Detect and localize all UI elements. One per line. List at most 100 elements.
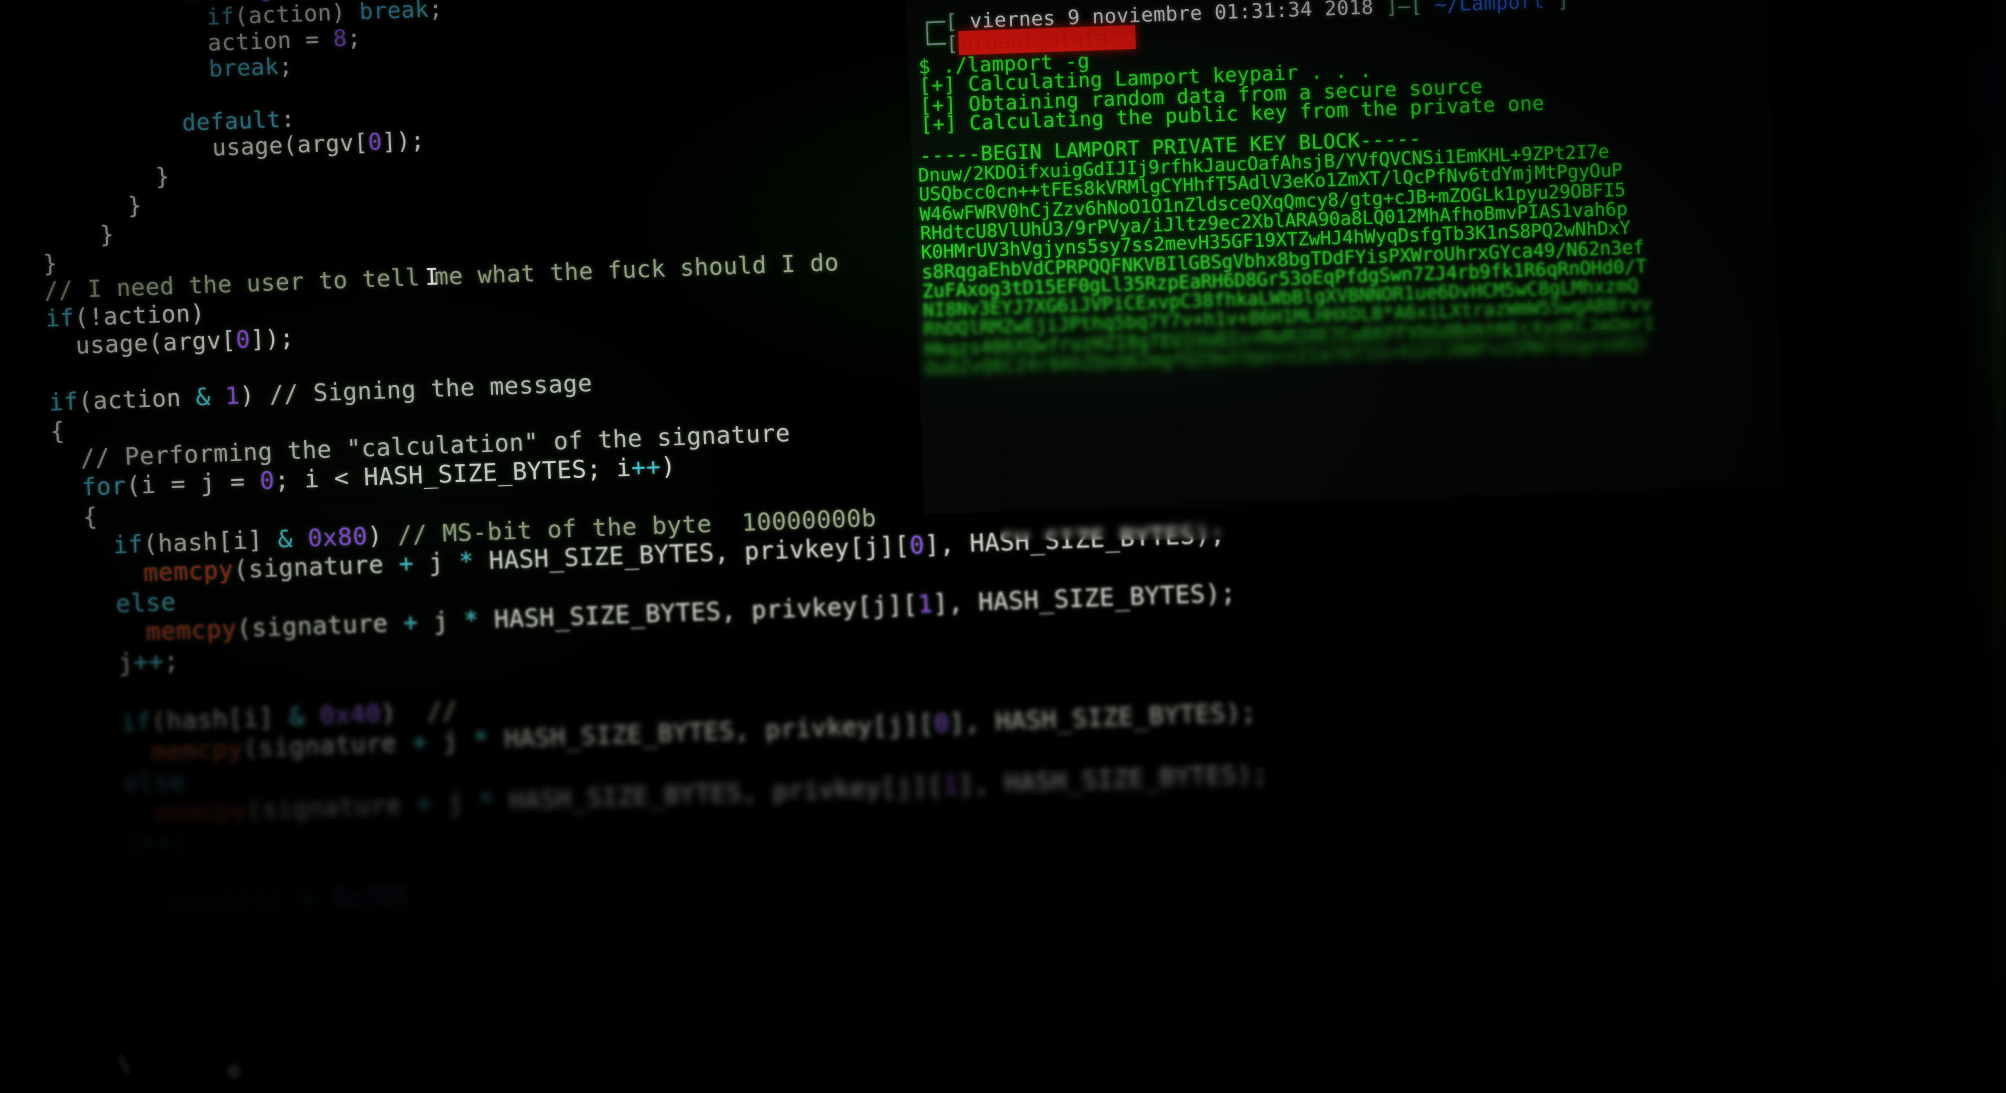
code-token: { — [49, 416, 66, 446]
code-token: j — [431, 786, 480, 818]
code-line: usage(argv[0]); — [211, 128, 426, 162]
code-token: (signature — [232, 549, 400, 585]
code-token: } — [127, 192, 143, 220]
code-token: j — [413, 547, 460, 578]
code-token: j — [426, 726, 475, 757]
code-token: * — [477, 786, 495, 816]
code-token: HASH_SIZE_BYTES, privkey[j][ — [493, 770, 944, 816]
code-token: // — [426, 696, 459, 727]
code-token: break — [358, 0, 430, 25]
code-line: } — [155, 164, 170, 190]
code-token: if — [120, 707, 152, 738]
monitor-photograph: break;case 'g':if(action) break;action =… — [0, 0, 2006, 1093]
code-token: 1 — [917, 589, 934, 619]
code-token: ], HASH_SIZE_BYTES); — [932, 578, 1237, 619]
code-token: ) — [660, 452, 677, 481]
code-token: HASH_SIZE_BYTES, privkey[j][ — [488, 709, 935, 755]
code-token: if — [206, 3, 235, 31]
code-token: 0 — [235, 325, 252, 354]
code-token: 0 — [259, 466, 276, 496]
code-token: + — [416, 788, 433, 819]
code-token: ) — [380, 697, 428, 729]
code-line: { — [82, 501, 99, 532]
code-token: action = — [207, 25, 334, 57]
prompt-separator: ]—[ — [1373, 0, 1436, 19]
code-token: usage(argv[ — [211, 130, 369, 162]
code-token: if — [127, 890, 161, 922]
terminal-pane[interactable]: $ gcc lamport.c base64.c -o lamport -lcr… — [905, 0, 2006, 530]
code-token: (signature — [245, 789, 418, 825]
code-token: usage(argv[ — [74, 325, 237, 360]
code-token: memcpy — [150, 734, 244, 767]
code-token: 0 — [367, 129, 383, 157]
code-token: else — [122, 766, 186, 799]
code-token: * — [472, 725, 490, 756]
code-line: } — [127, 192, 143, 220]
code-token: (hash[i] — [159, 885, 302, 921]
code-token: if — [112, 529, 144, 560]
code-token: ; — [428, 0, 444, 23]
code-token: if — [44, 303, 75, 333]
code-line: } — [99, 220, 115, 248]
code-line: j++; — [125, 827, 189, 860]
code-line: break; — [208, 53, 294, 82]
code-token: { — [82, 501, 99, 532]
ghost-glyph-mid: o — [228, 1058, 241, 1082]
code-token: 1 — [224, 382, 241, 411]
text-cursor[interactable]: I — [424, 265, 439, 291]
code-token: ; — [171, 827, 189, 858]
code-line: } — [42, 249, 58, 278]
code-token: ) — [366, 520, 399, 551]
code-line: else — [115, 587, 177, 618]
code-line: if(hash[i] & 0x20) — [127, 881, 411, 922]
code-token: ) — [393, 881, 411, 912]
code-token: 0 — [908, 530, 926, 561]
code-token: j — [117, 647, 134, 678]
code-token: for — [81, 471, 127, 502]
code-line: memcpy(signature + j * HASH_SIZE_BYTES, … — [153, 758, 1269, 828]
code-token: // I need the user to tell me what the f… — [43, 248, 840, 306]
code-token: ) — [239, 381, 270, 411]
code-token: : — [280, 106, 296, 133]
code-token: 0x80 — [307, 521, 369, 553]
code-line: memcpy(signature + j * HASH_SIZE_BYTES, … — [145, 578, 1237, 647]
prompt-bracket-2: [ — [945, 31, 959, 56]
code-line: action = 8; — [207, 24, 362, 57]
code-token: (i = j = — [125, 467, 261, 500]
code-token: ++ — [630, 452, 662, 482]
code-token: } — [42, 249, 58, 278]
code-token: + — [398, 548, 415, 579]
code-token: ; — [278, 53, 294, 80]
code-token: memcpy — [145, 614, 238, 647]
code-token: 0x40 — [319, 699, 382, 731]
code-token: HASH_SIZE_BYTES, privkey[j][ — [478, 590, 919, 635]
code-token: & — [288, 701, 305, 732]
code-token: 0x20 — [331, 881, 396, 915]
code-line: // I need the user to tell me what the f… — [43, 248, 840, 306]
code-token: memcpy — [142, 555, 235, 588]
code-token: ], HASH_SIZE_BYTES); — [948, 698, 1257, 739]
code-token: 8 — [332, 25, 348, 52]
code-token: j — [417, 606, 465, 637]
code-token: ; — [163, 646, 180, 676]
code-token: j — [125, 828, 143, 860]
code-editor-pane[interactable]: break;case 'g':if(action) break;action =… — [30, 0, 1268, 1093]
code-line: j++; — [117, 646, 180, 678]
code-token: * — [463, 605, 480, 636]
code-token: & — [195, 383, 212, 412]
code-token: ; — [346, 24, 362, 52]
code-token: + — [402, 607, 419, 638]
code-token: ], HASH_SIZE_BYTES); — [957, 758, 1269, 799]
code-line: { — [49, 416, 66, 446]
code-token: if — [48, 387, 79, 417]
code-token: ]); — [249, 323, 295, 354]
code-line: if(action & 1) // Signing the message — [48, 370, 593, 417]
code-token: ++ — [140, 827, 174, 859]
code-token: & — [299, 884, 317, 916]
code-token: (hash[i] — [150, 702, 290, 737]
code-token: & — [277, 524, 294, 554]
